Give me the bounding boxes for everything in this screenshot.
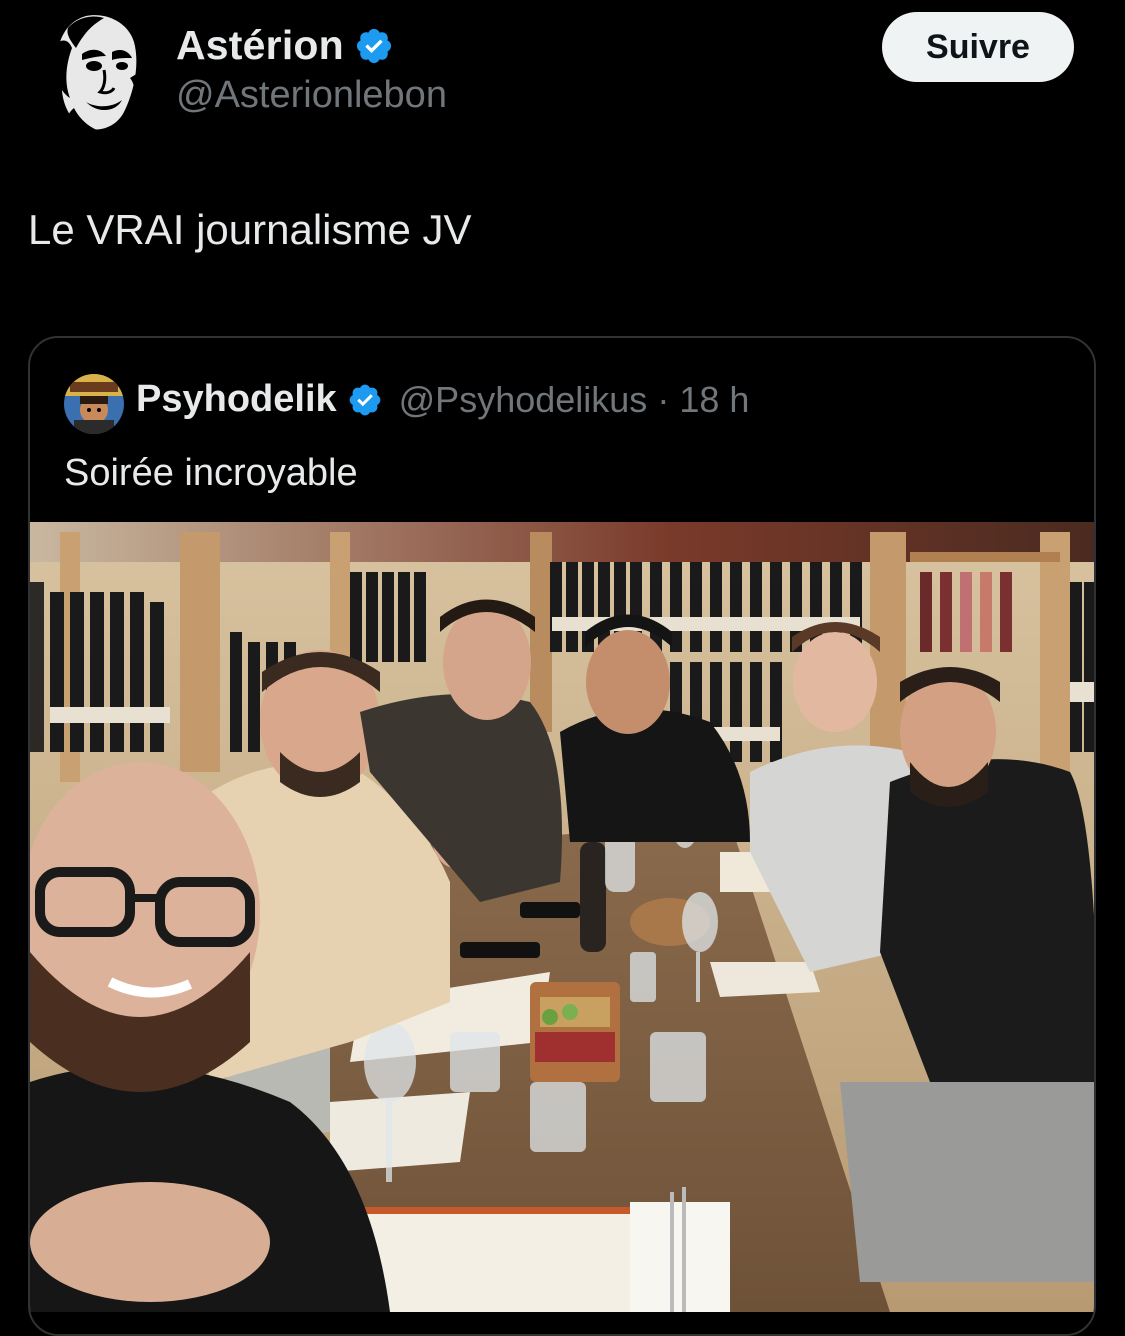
quoted-tweet-text: Soirée incroyable xyxy=(64,452,358,494)
tweet-header: Astérion @Asterionlebon Suivre xyxy=(0,0,1125,150)
quoted-tweet-card[interactable]: Psyhodelik @Psyhodelikus · 18 h Soirée i… xyxy=(28,336,1096,1336)
verified-badge-icon xyxy=(356,28,391,63)
quoted-author-name[interactable]: Psyhodelik xyxy=(136,378,337,421)
separator-dot: · xyxy=(657,378,670,420)
author-avatar[interactable] xyxy=(46,8,146,136)
author-name-row: Astérion xyxy=(176,22,394,69)
quoted-tweet-time[interactable]: 18 h xyxy=(679,379,749,421)
quoted-tweet-photo[interactable] xyxy=(30,522,1096,1312)
quoted-author-avatar[interactable] xyxy=(64,374,124,434)
follow-button[interactable]: Suivre xyxy=(882,12,1074,82)
author-handle[interactable]: @Asterionlebon xyxy=(176,74,447,117)
quoted-tweet-header: Psyhodelik @Psyhodelikus · 18 h xyxy=(136,378,749,421)
quoted-author-handle[interactable]: @Psyhodelikus xyxy=(399,379,648,421)
avatar-face-image xyxy=(46,8,146,136)
avatar-cartoon-image xyxy=(64,374,124,434)
author-name[interactable]: Astérion xyxy=(176,22,344,69)
tweet-text: Le VRAI journalisme JV xyxy=(28,206,472,253)
verified-badge-icon xyxy=(349,384,381,415)
